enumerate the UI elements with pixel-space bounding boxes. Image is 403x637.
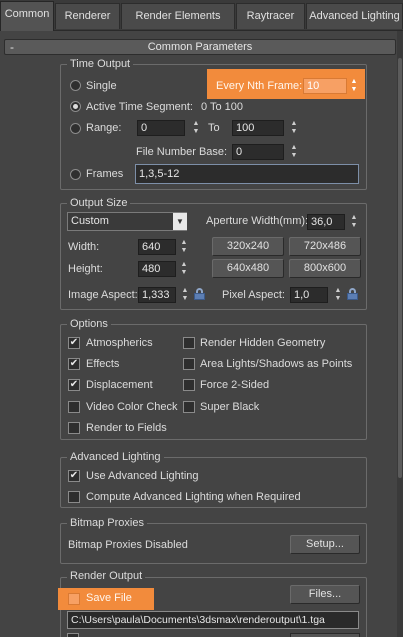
advanced-lighting-title: Advanced Lighting <box>67 451 164 464</box>
image-aspect-spinner[interactable]: ▲ ▼ <box>180 287 190 303</box>
force-2-sided-checkbox[interactable] <box>183 379 195 391</box>
displacement-checkbox[interactable]: ✔ <box>68 379 80 391</box>
preset-720x486-button[interactable]: 720x486 <box>289 237 361 256</box>
pixel-aspect-label: Pixel Aspect: <box>222 289 285 301</box>
video-color-check-label: Video Color Check <box>86 401 178 413</box>
radio-active-time-segment[interactable] <box>70 101 81 112</box>
range-from-input[interactable]: 0 <box>137 120 185 136</box>
chevron-down-icon[interactable]: ▼ <box>173 213 187 230</box>
render-hidden-geometry-label: Render Hidden Geometry <box>200 337 326 349</box>
tab-common[interactable]: Common <box>0 1 54 31</box>
width-label: Width: <box>68 241 100 253</box>
single-label: Single <box>86 80 117 92</box>
partial-checkbox[interactable] <box>67 633 79 637</box>
height-spinner[interactable]: ▲ ▼ <box>179 261 189 277</box>
height-input[interactable]: 480 <box>138 261 176 277</box>
force-2-sided-label: Force 2-Sided <box>200 379 270 391</box>
pixel-aspect-spinner[interactable]: ▲ ▼ <box>333 287 343 303</box>
every-nth-spinner[interactable]: ▲ ▼ <box>349 78 359 94</box>
pixel-aspect-lock-icon[interactable] <box>347 288 358 300</box>
tab-advanced-lighting[interactable]: Advanced Lighting <box>306 3 403 29</box>
pixel-aspect-input[interactable]: 1,0 <box>290 287 328 303</box>
preset-320x240-button[interactable]: 320x240 <box>212 237 284 256</box>
bitmap-proxies-title: Bitmap Proxies <box>67 517 147 530</box>
frames-label: Frames <box>86 168 124 180</box>
effects-checkbox[interactable]: ✔ <box>68 358 80 370</box>
preset-800x600-button[interactable]: 800x600 <box>289 259 361 278</box>
tab-raytracer[interactable]: Raytracer <box>236 3 305 29</box>
file-number-base-label: File Number Base: <box>136 146 228 158</box>
use-advanced-lighting-checkbox[interactable]: ✔ <box>68 470 80 482</box>
video-color-check-checkbox[interactable] <box>68 401 80 413</box>
aperture-width-spinner[interactable]: ▲ ▼ <box>349 214 359 230</box>
tab-render-elements[interactable]: Render Elements <box>121 3 235 29</box>
compute-advanced-lighting-label: Compute Advanced Lighting when Required <box>86 491 301 503</box>
bitmap-proxies-status: Bitmap Proxies Disabled <box>68 539 188 551</box>
atmospherics-checkbox[interactable]: ✔ <box>68 337 80 349</box>
area-lights-label: Area Lights/Shadows as Points <box>200 358 353 370</box>
range-label: Range: <box>86 122 122 134</box>
setup-button[interactable]: Setup... <box>290 535 360 554</box>
displacement-label: Displacement <box>86 379 153 391</box>
active-segment-label: Active Time Segment: <box>86 101 193 113</box>
use-advanced-lighting-label: Use Advanced Lighting <box>86 470 199 482</box>
time-output-title: Time Output <box>67 58 134 71</box>
frames-input[interactable]: 1,3,5-12 <box>135 164 359 184</box>
render-hidden-geometry-checkbox[interactable] <box>183 337 195 349</box>
active-segment-value: 0 To 100 <box>201 101 244 113</box>
image-aspect-lock-icon[interactable] <box>194 288 205 300</box>
width-input[interactable]: 640 <box>138 239 176 255</box>
area-lights-checkbox[interactable] <box>183 358 195 370</box>
output-size-preset-select[interactable]: Custom <box>67 212 187 231</box>
partial-button[interactable] <box>290 633 360 637</box>
atmospherics-label: Atmospherics <box>86 337 153 349</box>
rollout-common-parameters[interactable]: - Common Parameters <box>4 39 396 55</box>
every-nth-label: Every Nth Frame: <box>216 80 303 92</box>
image-aspect-input[interactable]: 1,333 <box>138 287 176 303</box>
aperture-width-input[interactable]: 36,0 <box>307 214 345 230</box>
tab-renderer[interactable]: Renderer <box>55 3 120 29</box>
output-path-field[interactable]: C:\Users\paula\Documents\3dsmax\renderou… <box>67 611 359 629</box>
save-file-checkbox[interactable] <box>68 593 80 605</box>
options-title: Options <box>67 318 111 331</box>
radio-frames[interactable] <box>70 169 81 180</box>
render-to-fields-label: Render to Fields <box>86 422 167 434</box>
effects-label: Effects <box>86 358 120 370</box>
radio-range[interactable] <box>70 123 81 134</box>
compute-advanced-lighting-checkbox[interactable] <box>68 491 80 503</box>
range-from-spinner[interactable]: ▲ ▼ <box>191 120 201 136</box>
render-output-title: Render Output <box>67 570 146 583</box>
files-button[interactable]: Files... <box>290 585 360 604</box>
scrollbar-thumb[interactable] <box>398 58 402 478</box>
range-to-spinner[interactable]: ▲ ▼ <box>289 120 299 136</box>
save-file-label: Save File <box>86 592 132 604</box>
aperture-width-label: Aperture Width(mm): <box>206 215 309 227</box>
preset-640x480-button[interactable]: 640x480 <box>212 259 284 278</box>
rollout-title: Common Parameters <box>147 41 253 53</box>
range-to-label: To <box>208 122 220 134</box>
render-to-fields-checkbox[interactable] <box>68 422 80 434</box>
tab-bar: Common Renderer Render Elements Raytrace… <box>0 0 403 31</box>
output-size-title: Output Size <box>67 197 131 210</box>
file-number-base-input[interactable]: 0 <box>232 144 284 160</box>
super-black-checkbox[interactable] <box>183 401 195 413</box>
range-to-input[interactable]: 100 <box>232 120 284 136</box>
radio-single[interactable] <box>70 80 81 91</box>
image-aspect-label: Image Aspect: <box>68 289 138 301</box>
height-label: Height: <box>68 263 103 275</box>
width-spinner[interactable]: ▲ ▼ <box>179 239 189 255</box>
file-number-base-spinner[interactable]: ▲ ▼ <box>289 144 299 160</box>
super-black-label: Super Black <box>200 401 260 413</box>
every-nth-input[interactable]: 10 <box>303 78 347 94</box>
